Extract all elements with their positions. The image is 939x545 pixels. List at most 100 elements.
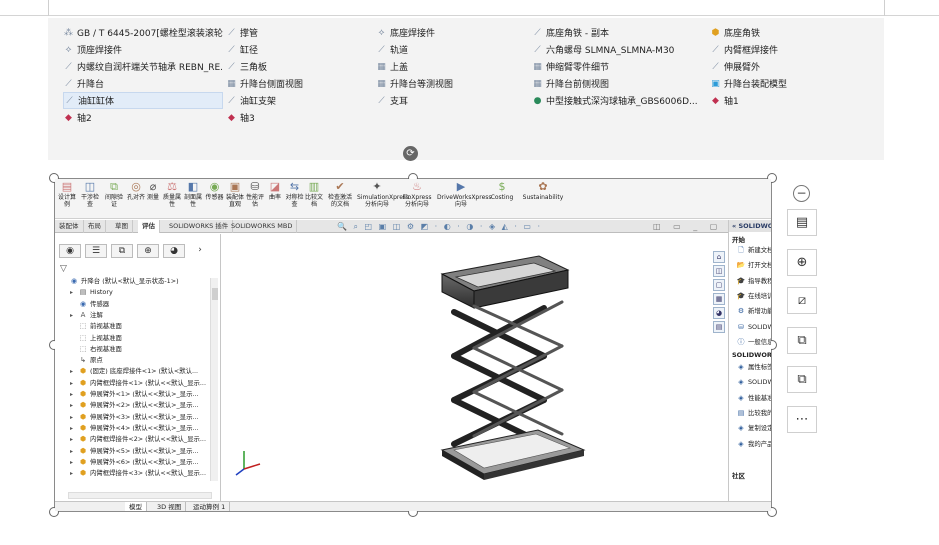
tab-1[interactable]: 布局 xyxy=(84,220,106,233)
manager-tab-icon[interactable]: ⧉ xyxy=(111,244,133,258)
expand-arrow-icon[interactable]: ▸ xyxy=(70,457,78,468)
tree-node[interactable]: ⬚ 前视基准面 xyxy=(70,321,122,332)
tree-node[interactable]: ▸ ⬢ 内臂框焊接件<2> (默认<<默认_显示... xyxy=(70,434,206,445)
expand-arrow-icon[interactable]: ▸ xyxy=(70,287,78,298)
heads-up-view-toolbar[interactable]: 🔍 ⌕ ◰ ▣ ◫ ⚙ ◩ · ◐ · ◑ · ◈ ◭ · ▭ · xyxy=(337,220,542,233)
tree-node[interactable]: ⬚ 右视基准面 xyxy=(70,344,122,355)
task-pane-link[interactable]: 📂打开文档 xyxy=(736,260,771,271)
library-icon[interactable]: ◫ xyxy=(713,265,725,277)
file-item[interactable]: ▦ 上盖 xyxy=(376,58,526,75)
tab-5[interactable]: SOLIDWORKS MBD xyxy=(227,220,298,233)
toolbar-button[interactable]: ✿ Sustainability xyxy=(522,180,564,201)
task-pane-link[interactable]: ◈ 复制设定 xyxy=(736,423,771,434)
toolbar-button[interactable]: ◎ 孔对齐 xyxy=(127,180,145,201)
file-item[interactable]: ⟋ 轨道 xyxy=(376,41,526,58)
manager-tab-icon[interactable]: ⊕ xyxy=(137,244,159,258)
rotate-icon[interactable]: ⟳ xyxy=(403,146,418,161)
file-item[interactable]: ⬢ 底座角铁 xyxy=(710,24,870,41)
tree-node[interactable]: ▸ ⬢ 伸展臂外<6> (默认<<默认>_显示... xyxy=(70,457,199,468)
tree-node[interactable]: ⬚ 上视基准面 xyxy=(70,333,122,344)
expand-arrow-icon[interactable]: ▸ xyxy=(70,412,78,423)
file-item[interactable]: ⟋ 缸径 xyxy=(226,41,371,58)
file-item[interactable]: ◆ 轴1 xyxy=(710,92,870,109)
tree-vertical-scrollbar[interactable] xyxy=(210,278,218,481)
expand-arrow-icon[interactable]: ▸ xyxy=(70,446,78,457)
expand-arrow-icon[interactable]: ▸ xyxy=(70,310,78,321)
file-item[interactable]: ⟡ 顶座焊接件 xyxy=(63,41,223,58)
expand-arrow-icon[interactable]: ▸ xyxy=(70,423,78,434)
toolbar-button[interactable]: ⚖ 质量属 性 xyxy=(162,180,182,208)
expand-arrow-icon[interactable]: ▸ xyxy=(70,468,78,479)
file-item[interactable]: ⁂ GB / T 6445-2007[螺栓型滚装滚轮... xyxy=(63,24,223,41)
file-item[interactable]: ⟋ 油缸缸体 xyxy=(63,92,223,109)
toolbar-button[interactable]: ⧉ 间隙验 证 xyxy=(103,180,125,208)
toolbar-button[interactable]: ✔ 检查激活 的文档 xyxy=(325,180,355,208)
tab-3[interactable]: 评估 xyxy=(138,220,160,233)
expand-arrow-icon[interactable]: ▸ xyxy=(70,389,78,400)
tree-node[interactable]: ▸ ⬢ 伸展臂外<3> (默认<<默认>_显示... xyxy=(70,412,199,423)
toolbar-button[interactable]: ▥ 比较文 档 xyxy=(304,180,324,208)
bottom-tab[interactable]: 运动算例 1 xyxy=(189,502,231,511)
file-item[interactable]: ⟋ 三角板 xyxy=(226,58,371,75)
tree-node[interactable]: ▸ ▤ History xyxy=(70,287,113,298)
tree-node[interactable]: ▸ ⬢ 伸展臂外<1> (默认<<默认>_显示... xyxy=(70,389,199,400)
tab-2[interactable]: 草图 xyxy=(111,220,133,233)
toolbar-button[interactable]: ◉ 传感器 xyxy=(205,180,224,201)
tree-node[interactable]: ▸ ⬢ 内臂框焊接件<3> (默认<<默认_显示... xyxy=(70,468,206,479)
file-item[interactable]: ▦ 升降台等测视图 xyxy=(376,75,526,92)
tree-node[interactable]: ◉ 传感器 xyxy=(70,299,109,310)
zoom-icon[interactable]: ⊕ xyxy=(787,249,817,276)
manager-tab-icon[interactable]: ◉ xyxy=(59,244,81,258)
bottom-tab[interactable]: 3D 视图 xyxy=(153,502,187,511)
task-pane-link[interactable]: ◈ 我的产品 xyxy=(736,439,771,450)
toolbar-button[interactable]: ⌀ 测量 xyxy=(145,180,161,201)
chevron-right-icon[interactable]: › xyxy=(189,244,211,258)
toolbar-button[interactable]: ▤ 设计算 例 xyxy=(56,180,78,208)
toolbar-button[interactable]: ♨ FloXpress 分析向导 xyxy=(399,180,435,208)
tree-horizontal-scrollbar[interactable] xyxy=(68,492,212,499)
toolbar-button[interactable]: ◫ 干涉检 查 xyxy=(79,180,101,208)
file-item[interactable]: ⟋ 底座角铁 - 副本 xyxy=(532,24,702,41)
toolbar-button[interactable]: ▶ DriveWorksXpress 向导 xyxy=(437,180,492,208)
file-item[interactable]: ⟋ 六角螺母 SLMNA_SLMNA-M30 xyxy=(532,41,702,58)
graphics-viewport[interactable] xyxy=(222,234,727,501)
file-item[interactable]: ⟡ 底座焊接件 xyxy=(376,24,526,41)
toolbar-button[interactable]: ▣ 装配体 直观 xyxy=(225,180,245,208)
toolbar-button[interactable]: ⇆ 对称检 查 xyxy=(285,180,304,208)
manager-tab-icon[interactable]: ☰ xyxy=(85,244,107,258)
file-item[interactable]: ▣ 升降台装配模型 xyxy=(710,75,870,92)
tree-node[interactable]: ▸ ⬢ (固定) 底座焊接件<1> (默认<默认... xyxy=(70,366,198,377)
custom-properties-icon[interactable]: ▤ xyxy=(713,321,725,333)
collapse-icon[interactable]: − xyxy=(793,185,810,202)
crop-icon[interactable]: ⧄ xyxy=(787,287,817,314)
tree-node[interactable]: ▸ ⬢ 伸展臂外<4> (默认<<默认>_显示... xyxy=(70,423,199,434)
tree-node[interactable]: ▸ ⬢ 伸展臂外<5> (默认<<默认>_显示... xyxy=(70,446,199,457)
toolbar-button[interactable]: ✦ SimulationXpress 分析向导 xyxy=(357,180,409,208)
file-item[interactable]: ⟋ 支耳 xyxy=(376,92,526,109)
file-item[interactable]: ◆ 轴3 xyxy=(226,109,371,126)
task-pane-link[interactable]: ▤比较我的分数 xyxy=(736,408,771,419)
tree-node[interactable]: ▸ A 注解 xyxy=(70,310,103,321)
tree-node[interactable]: ↳ 原点 xyxy=(70,355,103,366)
layout-options-icon[interactable]: ▤ xyxy=(787,209,817,236)
file-item[interactable]: ⟋ 升降台 xyxy=(63,75,223,92)
file-explorer-icon[interactable]: ▢ xyxy=(713,279,725,291)
file-item[interactable]: ⟋ 油缸支架 xyxy=(226,92,371,109)
expand-arrow-icon[interactable]: ▸ xyxy=(70,366,78,377)
task-pane-link[interactable]: ◈ 性能基准 xyxy=(736,393,771,404)
toolbar-button[interactable]: ◧ 剖面属 性 xyxy=(183,180,203,208)
tree-node[interactable]: ◉ 升降台 (默认<默认_显示状态-1>) xyxy=(61,276,179,287)
alt-text-icon[interactable]: ⧉ xyxy=(787,327,817,354)
toolbar-button[interactable]: $ Costing xyxy=(487,180,517,201)
toolbar-button[interactable]: ◪ 曲率 xyxy=(266,180,284,201)
task-pane-link[interactable]: 🎓指导教程 xyxy=(736,276,771,287)
task-pane-link[interactable]: ⚙新增功能 xyxy=(736,306,771,317)
tree-node[interactable]: ▸ ⬢ 伸展臂外<2> (默认<<默认>_显示... xyxy=(70,400,199,411)
task-pane-link[interactable]: 🗋 新建文档 xyxy=(736,245,771,256)
filter-icon[interactable]: ▽ xyxy=(60,264,67,274)
task-pane-link[interactable]: ◈ 属性标签 xyxy=(736,362,771,373)
expand-arrow-icon[interactable]: ▸ xyxy=(70,378,78,389)
task-pane-link[interactable]: 🎓在线培训 xyxy=(736,291,771,302)
tree-node[interactable]: ▸ ⬢ 内臂框焊接件<1> (默认<<默认_显示... xyxy=(70,378,206,389)
view-palette-icon[interactable]: ▦ xyxy=(713,293,725,305)
